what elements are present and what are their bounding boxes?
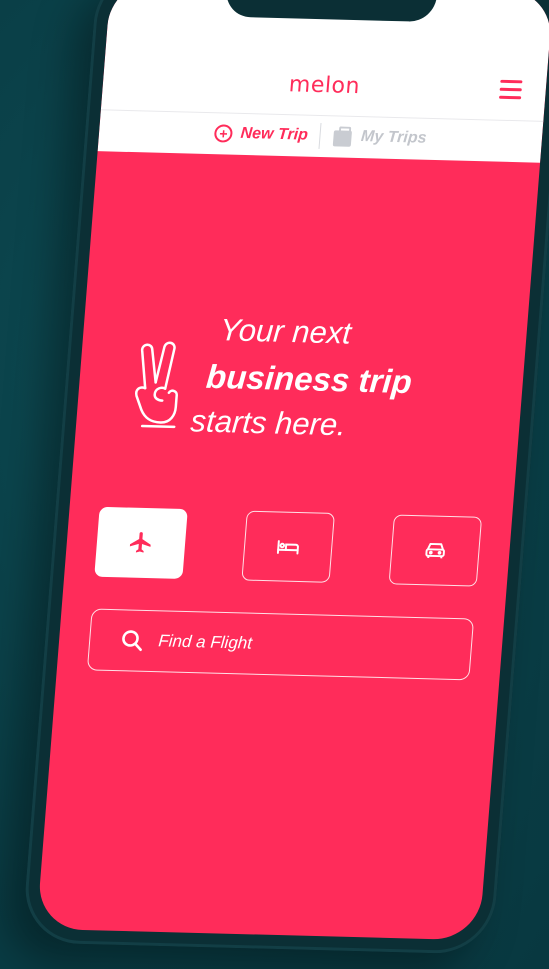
phone-mockup: melon + New Trip My Trips Your next busi… — [21, 0, 549, 955]
airplane-icon — [129, 532, 151, 553]
hamburger-menu-icon[interactable] — [498, 79, 523, 100]
hero-section: Your next business trip starts here. — [73, 309, 528, 480]
hotel-mode-button[interactable] — [241, 510, 335, 583]
tab-my-trips[interactable]: My Trips — [320, 126, 439, 149]
peace-hand-icon — [134, 341, 178, 429]
tab-new-trip-label: New Trip — [239, 124, 309, 144]
travel-mode-selector — [94, 506, 483, 587]
hero-line-3: starts here. — [189, 403, 348, 443]
app-screen: melon + New Trip My Trips Your next busi… — [36, 0, 549, 941]
search-placeholder: Find a Flight — [157, 631, 253, 653]
app-header: melon + New Trip My Trips — [97, 0, 549, 163]
search-icon — [122, 630, 142, 652]
flight-mode-button[interactable] — [94, 506, 188, 579]
flight-search-field[interactable]: Find a Flight — [86, 608, 475, 681]
bed-icon — [276, 540, 299, 555]
hero-line-1: Your next — [218, 312, 353, 351]
suitcase-icon — [332, 126, 354, 146]
hero-line-2: business trip — [204, 357, 414, 401]
trip-subnav: + New Trip My Trips — [97, 109, 544, 162]
car-mode-button[interactable] — [388, 514, 483, 587]
tab-my-trips-label: My Trips — [360, 128, 428, 147]
car-icon — [425, 542, 445, 559]
hero-headline: Your next business trip starts here. — [189, 312, 417, 445]
tab-new-trip[interactable]: + New Trip — [202, 124, 321, 145]
plus-circle-icon: + — [213, 124, 234, 143]
brand-logo[interactable]: melon — [102, 67, 546, 104]
